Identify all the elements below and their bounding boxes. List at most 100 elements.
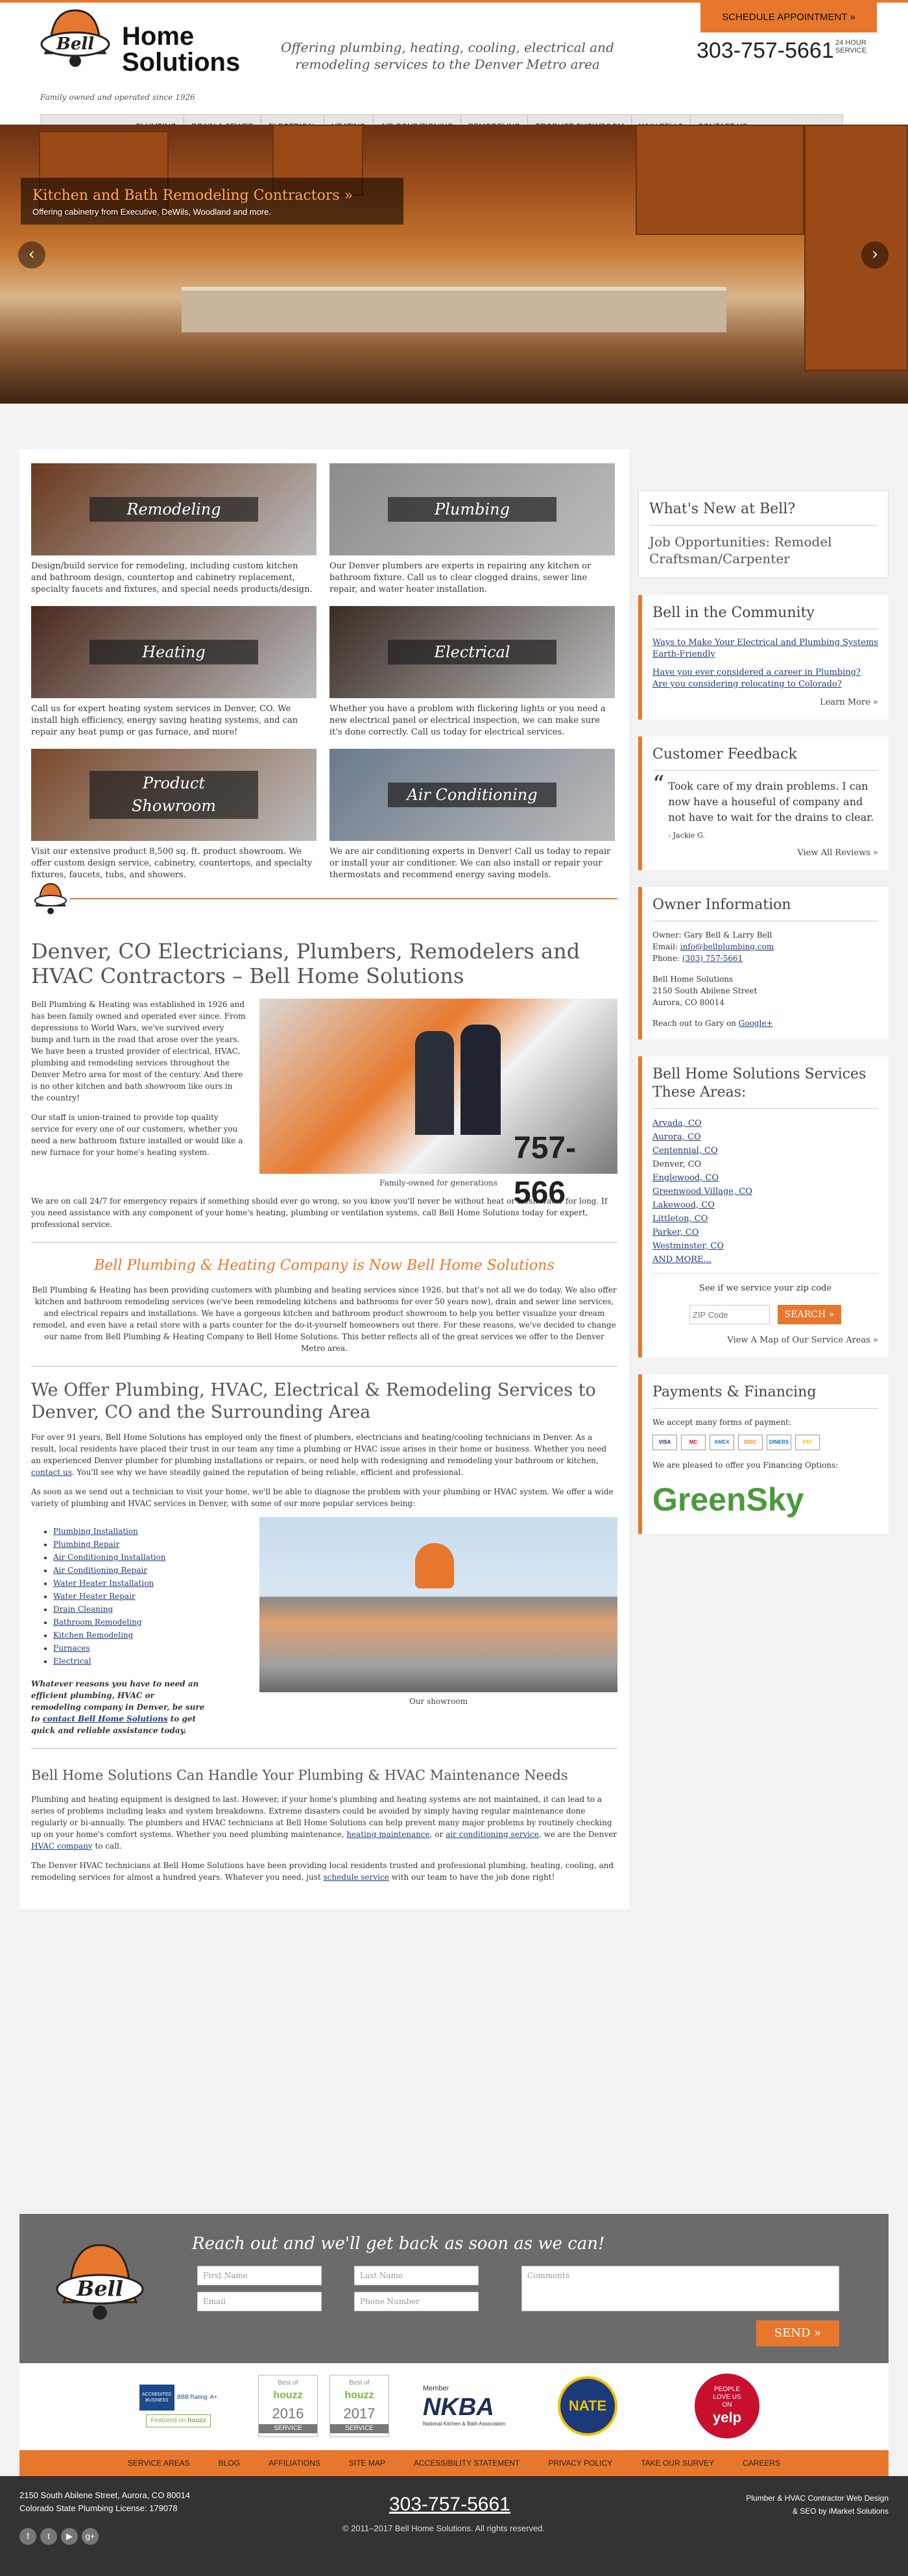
greensky-logo[interactable]: GreenSky bbox=[652, 1476, 878, 1524]
hero-caption[interactable]: Kitchen and Bath Remodeling Contractors … bbox=[21, 178, 403, 225]
community-more-link[interactable]: Learn More » bbox=[652, 697, 878, 709]
phone-input[interactable]: Phone Number bbox=[354, 2292, 479, 2311]
yelp-badge[interactable]: PEOPLE LOVE US ON yelp bbox=[691, 2374, 763, 2438]
first-name-input[interactable]: First Name bbox=[197, 2266, 322, 2285]
service-card[interactable]: Product Showroom Visit our extensive prod… bbox=[31, 749, 317, 881]
phone-link[interactable]: (303) 757-5661 bbox=[682, 954, 743, 963]
hvac-company-link[interactable]: HVAC company bbox=[31, 1841, 93, 1851]
credit-card-icon: MC bbox=[681, 1435, 706, 1451]
google-plus-link[interactable]: Google+ bbox=[739, 1019, 773, 1028]
footer-nav-affiliations[interactable]: AFFILIATIONS bbox=[254, 2450, 335, 2476]
header-phone[interactable]: 303-757-5661 bbox=[697, 35, 834, 67]
service-list-link[interactable]: Plumbing Installation bbox=[53, 1527, 138, 1536]
heating-maintenance-link[interactable]: heating maintenance bbox=[346, 1830, 429, 1839]
news-item[interactable]: Job Opportunities: Remodel Craftsman/Car… bbox=[649, 533, 878, 567]
area-item[interactable]: Englewood, CO bbox=[652, 1171, 878, 1185]
service-list-link[interactable]: Drain Cleaning bbox=[53, 1605, 113, 1614]
contact-bell-link[interactable]: contact Bell Home Solutions bbox=[43, 1714, 168, 1723]
service-list-link[interactable]: Electrical bbox=[53, 1657, 91, 1666]
area-item[interactable]: Centennial, CO bbox=[652, 1144, 878, 1158]
slider-prev-icon[interactable]: ‹ bbox=[18, 241, 45, 269]
service-map-link[interactable]: View A Map of Our Service Areas » bbox=[652, 1335, 878, 1347]
service-list-link[interactable]: Water Heater Repair bbox=[53, 1592, 136, 1601]
houzz-name: houzz bbox=[273, 2390, 303, 2401]
service-card[interactable]: Electrical Whether you have a problem wit… bbox=[329, 606, 615, 738]
footer-nav-accessibility-statement[interactable]: ACCESSIBILITY STATEMENT bbox=[400, 2450, 534, 2476]
service-list-link[interactable]: Furnaces bbox=[53, 1644, 90, 1653]
area-item[interactable]: Lakewood, CO bbox=[652, 1198, 878, 1212]
footer-phone[interactable]: 303-757-5661 bbox=[389, 2490, 510, 2519]
community-link[interactable]: Ways to Make Your Electrical and Plumbin… bbox=[652, 637, 878, 661]
schedule-service-link[interactable]: schedule service bbox=[323, 1873, 388, 1882]
footer-nav-careers[interactable]: CAREERS bbox=[728, 2450, 794, 2476]
bbb-badge[interactable]: ACCREDITED BUSINESS BBB Rating: A+ Featu… bbox=[130, 2375, 227, 2437]
payment-cards-row: VISA MC AMEX DISC DINERS PAY bbox=[652, 1435, 878, 1451]
service-list-link[interactable]: Water Heater Installation bbox=[53, 1579, 154, 1588]
area-item[interactable]: Greenwood Village, CO bbox=[652, 1185, 878, 1198]
area-item[interactable]: Arvada, CO bbox=[652, 1117, 878, 1130]
contact-us-link[interactable]: contact us bbox=[31, 1468, 72, 1477]
email-link[interactable]: info@bellplumbing.com bbox=[680, 942, 774, 951]
service-card[interactable]: Plumbing Our Denver plumbers are experts … bbox=[329, 463, 615, 596]
footer-address-block: 2150 South Abilene Street, Aurora, CO 80… bbox=[19, 2489, 190, 2515]
bell-logo-icon[interactable]: Bell bbox=[34, 6, 117, 78]
zip-search-button[interactable]: SEARCH » bbox=[778, 1305, 841, 1325]
zip-input[interactable] bbox=[689, 1305, 770, 1325]
service-image[interactable]: Product Showroom bbox=[31, 749, 317, 841]
footer-nav-blog[interactable]: BLOG bbox=[204, 2450, 254, 2476]
email-line: Email: info@bellplumbing.com bbox=[652, 941, 878, 953]
youtube-icon[interactable]: ▶ bbox=[61, 2528, 78, 2545]
zip-label: See if we service your zip code bbox=[652, 1272, 878, 1295]
brand-name[interactable]: Home Solutions bbox=[122, 23, 240, 75]
service-image[interactable]: Heating bbox=[31, 606, 317, 698]
rename-paragraph: Bell Plumbing & Heating has been providi… bbox=[32, 1285, 617, 1354]
google-plus-icon[interactable]: g+ bbox=[82, 2528, 99, 2545]
nate-badge[interactable]: NATE bbox=[555, 2375, 620, 2437]
service-list-link[interactable]: Air Conditioning Installation bbox=[53, 1553, 165, 1562]
service-card[interactable]: Heating Call us for expert heating system… bbox=[31, 606, 317, 738]
service-image[interactable]: Remodeling bbox=[31, 463, 317, 555]
service-list-link[interactable]: Plumbing Repair bbox=[53, 1540, 119, 1549]
service-image[interactable]: Electrical bbox=[329, 606, 615, 698]
send-button[interactable]: SEND » bbox=[756, 2320, 839, 2346]
all-reviews-link[interactable]: View All Reviews » bbox=[652, 847, 878, 860]
area-item[interactable]: Westminster, CO bbox=[652, 1239, 878, 1253]
twitter-icon[interactable]: t bbox=[40, 2528, 57, 2545]
schedule-appointment-button[interactable]: SCHEDULE APPOINTMENT » bbox=[700, 3, 877, 32]
email-input[interactable]: Email bbox=[197, 2292, 322, 2311]
credit-line-2: & SEO by iMarket Solutions bbox=[792, 2507, 889, 2516]
footer-credit[interactable]: Plumber & HVAC Contractor Web Design & S… bbox=[713, 2492, 889, 2518]
person-shape bbox=[460, 1024, 501, 1135]
credit-line-1: Plumber & HVAC Contractor Web Design bbox=[746, 2494, 889, 2503]
brand-line-2: Solutions bbox=[122, 48, 241, 77]
last-name-input[interactable]: Last Name bbox=[354, 2266, 479, 2285]
ac-service-link[interactable]: air conditioning service bbox=[446, 1830, 539, 1839]
footer-nav-service-areas[interactable]: SERVICE AREAS bbox=[114, 2450, 204, 2476]
facebook-icon[interactable]: f bbox=[19, 2528, 36, 2545]
service-image[interactable]: Plumbing bbox=[329, 463, 615, 555]
houzz-2017-badge[interactable]: Best of houzz 2017 SERVICE bbox=[329, 2375, 389, 2437]
footer-nav-take-our-survey[interactable]: TAKE OUR SURVEY bbox=[627, 2450, 728, 2476]
houzz-2016-badge[interactable]: Best of houzz 2016 SERVICE bbox=[258, 2375, 318, 2437]
slider-next-icon[interactable]: › bbox=[861, 241, 889, 269]
service-label: Heating bbox=[90, 639, 258, 665]
footer-nav-privacy-policy[interactable]: PRIVACY POLICY bbox=[534, 2450, 627, 2476]
service-list-link[interactable]: Bathroom Remodeling bbox=[53, 1618, 142, 1627]
service-image[interactable]: Air Conditioning bbox=[329, 749, 615, 841]
footer-nav-site-map[interactable]: SITE MAP bbox=[335, 2450, 400, 2476]
phone-line: Phone: (303) 757-5661 bbox=[652, 953, 878, 964]
area-item[interactable]: Littleton, CO bbox=[652, 1212, 878, 1226]
area-item[interactable]: Parker, CO bbox=[652, 1226, 878, 1239]
area-item[interactable]: Aurora, CO bbox=[652, 1130, 878, 1144]
community-link[interactable]: Have you ever considered a career in Plu… bbox=[652, 667, 878, 690]
comments-textarea[interactable]: Comments bbox=[521, 2266, 839, 2311]
service-card[interactable]: Remodeling Design/build service for remod… bbox=[31, 463, 317, 596]
footer-logo-text: Bell bbox=[76, 2276, 123, 2301]
service-description: Design/build service for remodeling, inc… bbox=[31, 561, 313, 594]
nkba-badge[interactable]: Member NKBA National Kitchen & Bath Asso… bbox=[423, 2375, 520, 2437]
areas-more-link[interactable]: AND MORE... bbox=[652, 1253, 878, 1267]
reach-line: Reach out to Gary on Google+ bbox=[652, 1017, 878, 1029]
service-card[interactable]: Air Conditioning We are air conditioning … bbox=[329, 749, 615, 881]
service-list-link[interactable]: Air Conditioning Repair bbox=[53, 1566, 147, 1575]
service-list-link[interactable]: Kitchen Remodeling bbox=[53, 1631, 133, 1640]
